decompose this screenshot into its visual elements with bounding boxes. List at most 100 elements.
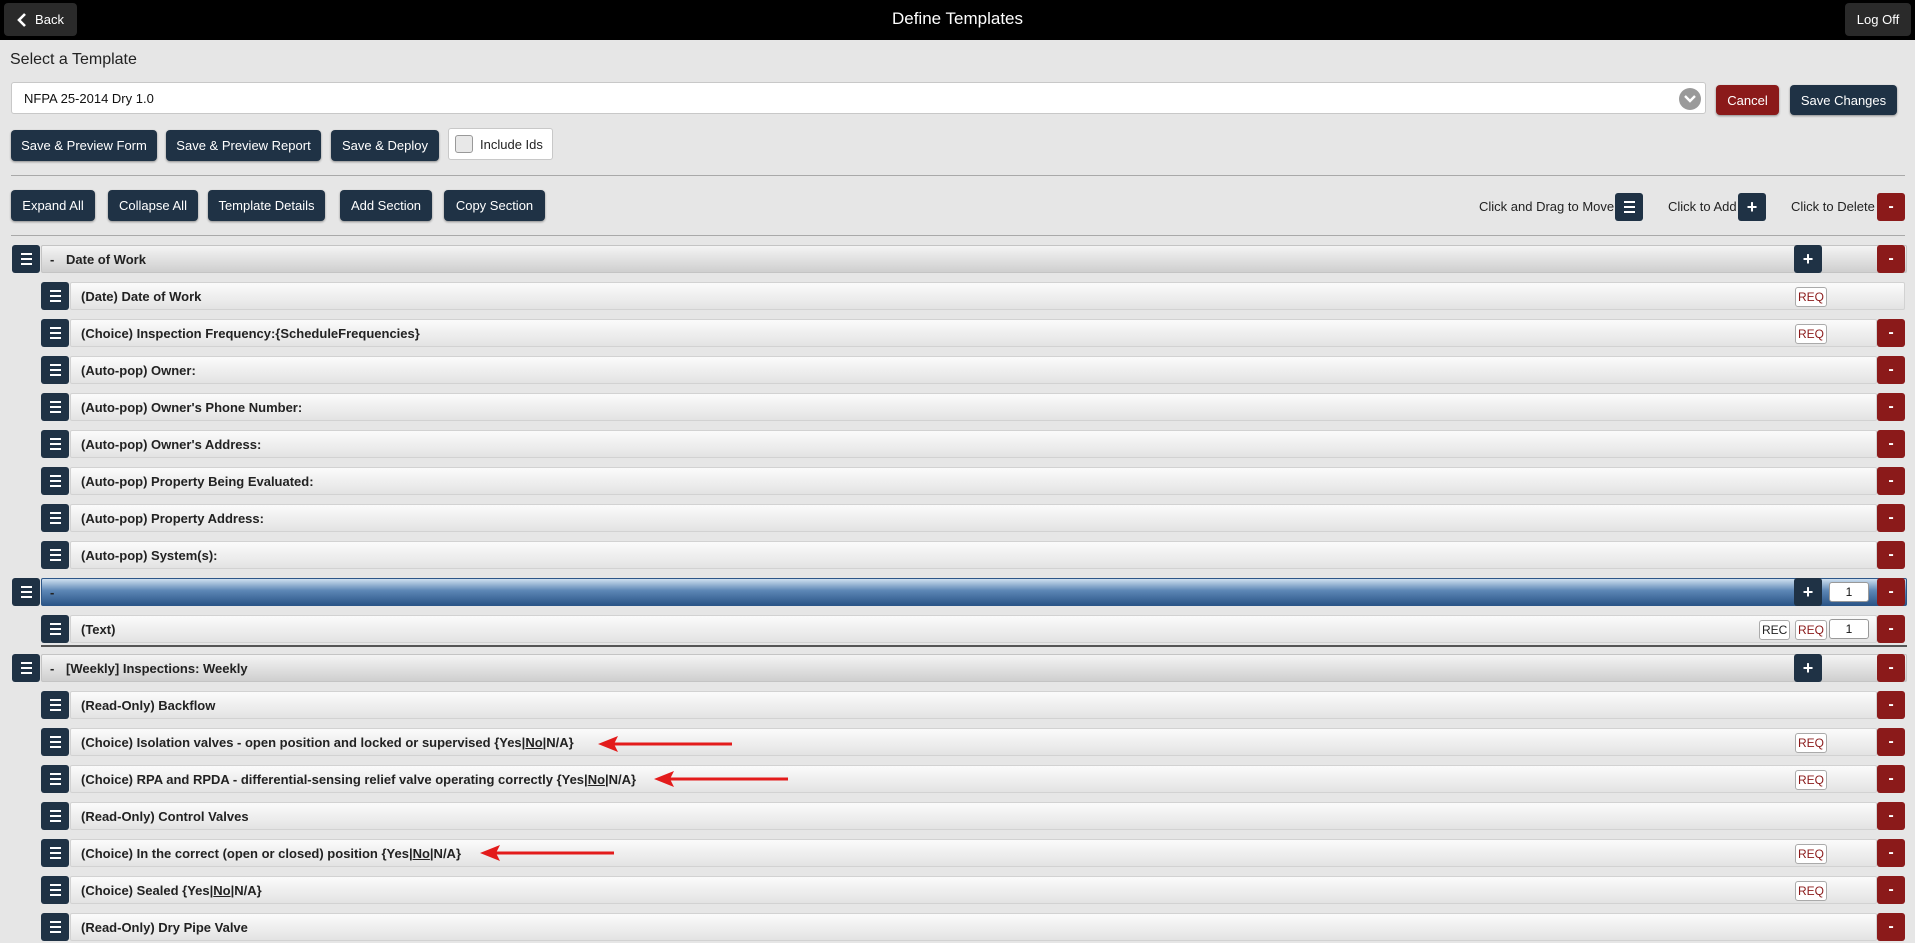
- include-ids-checkbox[interactable]: [455, 135, 473, 153]
- list-item[interactable]: (Auto-pop) Property Address:: [70, 504, 1877, 532]
- item-drag-handle[interactable]: [41, 541, 69, 569]
- item-drag-handle[interactable]: [41, 691, 69, 719]
- list-item[interactable]: (Choice) Isolation valves - open positio…: [70, 728, 1877, 756]
- item-drag-handle[interactable]: [41, 876, 69, 904]
- save-deploy-button[interactable]: Save & Deploy: [331, 130, 439, 161]
- required-tag[interactable]: REQ: [1795, 287, 1828, 307]
- section-row[interactable]: -: [41, 578, 1907, 606]
- section-drag-handle[interactable]: [12, 245, 40, 273]
- delete-item-button[interactable]: -: [1877, 765, 1905, 793]
- delete-item-button[interactable]: -: [1877, 430, 1905, 458]
- delete-item-button[interactable]: -: [1877, 541, 1905, 569]
- delete-item-button[interactable]: -: [1877, 802, 1905, 830]
- section-row[interactable]: - Date of Work: [41, 245, 1907, 273]
- list-item[interactable]: (Text) REC REQ: [70, 615, 1877, 643]
- delete-item-button[interactable]: -: [1877, 691, 1905, 719]
- collapse-toggle[interactable]: -: [50, 246, 54, 274]
- item-label-underlined: No: [213, 883, 231, 898]
- item-drag-handle[interactable]: [41, 467, 69, 495]
- item-label: (Auto-pop) Owner's Address:: [81, 437, 262, 452]
- collapse-all-button[interactable]: Collapse All: [108, 190, 198, 221]
- add-section-button[interactable]: Add Section: [340, 190, 432, 221]
- legend-move-label: Click and Drag to Move: [1479, 199, 1615, 214]
- save-changes-button[interactable]: Save Changes: [1790, 85, 1897, 115]
- item-drag-handle[interactable]: [41, 839, 69, 867]
- required-tag[interactable]: REQ: [1795, 770, 1828, 790]
- section-drag-handle[interactable]: [12, 654, 40, 682]
- list-item[interactable]: (Choice) In the correct (open or closed)…: [70, 839, 1877, 867]
- item-label: (Auto-pop) System(s):: [81, 548, 218, 563]
- cancel-button[interactable]: Cancel: [1716, 85, 1779, 115]
- section-row[interactable]: - [Weekly] Inspections: Weekly: [41, 654, 1907, 682]
- item-drag-handle[interactable]: [41, 913, 69, 941]
- item-drag-handle[interactable]: [41, 393, 69, 421]
- section-count-input[interactable]: 1: [1829, 582, 1869, 602]
- item-label: (Choice) In the correct (open or closed)…: [81, 840, 461, 868]
- list-item[interactable]: (Choice) Sealed {Yes|No|N/A} REQ: [70, 876, 1877, 904]
- delete-section-button[interactable]: -: [1877, 578, 1905, 606]
- list-item[interactable]: (Auto-pop) System(s):: [70, 541, 1877, 569]
- item-drag-handle[interactable]: [41, 504, 69, 532]
- save-preview-report-button[interactable]: Save & Preview Report: [166, 130, 321, 161]
- delete-item-button[interactable]: -: [1877, 356, 1905, 384]
- delete-item-button[interactable]: -: [1877, 504, 1905, 532]
- item-drag-handle[interactable]: [41, 356, 69, 384]
- list-item[interactable]: (Read-Only) Dry Pipe Valve: [70, 913, 1877, 941]
- required-tag[interactable]: REQ: [1795, 881, 1828, 901]
- list-item[interactable]: (Choice) Inspection Frequency:{ScheduleF…: [70, 319, 1877, 347]
- add-item-button[interactable]: +: [1794, 245, 1822, 273]
- log-off-button[interactable]: Log Off: [1845, 3, 1911, 36]
- collapse-toggle[interactable]: -: [50, 655, 54, 683]
- delete-section-button[interactable]: -: [1877, 654, 1905, 682]
- list-item[interactable]: (Read-Only) Backflow: [70, 691, 1877, 719]
- required-tag[interactable]: REQ: [1795, 324, 1828, 344]
- divider: [11, 235, 1905, 236]
- expand-all-button[interactable]: Expand All: [11, 190, 95, 221]
- collapse-toggle[interactable]: -: [50, 579, 54, 607]
- required-tag[interactable]: REQ: [1795, 844, 1828, 864]
- item-drag-handle[interactable]: [41, 282, 69, 310]
- list-item[interactable]: (Choice) RPA and RPDA - differential-sen…: [70, 765, 1877, 793]
- template-select[interactable]: NFPA 25-2014 Dry 1.0: [11, 82, 1706, 114]
- delete-item-button[interactable]: -: [1877, 728, 1905, 756]
- delete-item-button[interactable]: -: [1877, 467, 1905, 495]
- list-item[interactable]: (Read-Only) Control Valves: [70, 802, 1877, 830]
- list-item[interactable]: (Date) Date of Work REQ: [70, 282, 1905, 310]
- delete-item-button[interactable]: -: [1877, 876, 1905, 904]
- delete-item-button[interactable]: -: [1877, 393, 1905, 421]
- list-item[interactable]: (Auto-pop) Property Being Evaluated:: [70, 467, 1877, 495]
- delete-item-button[interactable]: -: [1877, 615, 1905, 643]
- list-item[interactable]: (Auto-pop) Owner's Phone Number:: [70, 393, 1877, 421]
- required-tag[interactable]: REQ: [1795, 620, 1828, 640]
- list-item[interactable]: (Auto-pop) Owner:: [70, 356, 1877, 384]
- delete-item-button[interactable]: -: [1877, 839, 1905, 867]
- delete-item-button[interactable]: -: [1877, 319, 1905, 347]
- include-ids-toggle[interactable]: Include Ids: [448, 128, 553, 160]
- chevron-down-icon: [1679, 88, 1701, 110]
- item-count-input[interactable]: 1: [1829, 619, 1869, 639]
- item-drag-handle[interactable]: [41, 319, 69, 347]
- item-drag-handle[interactable]: [41, 765, 69, 793]
- hamburger-icon: [49, 773, 61, 785]
- delete-section-button[interactable]: -: [1877, 245, 1905, 273]
- minus-icon: -: [1877, 193, 1905, 221]
- save-preview-form-button[interactable]: Save & Preview Form: [11, 130, 157, 161]
- item-drag-handle[interactable]: [41, 430, 69, 458]
- item-drag-handle[interactable]: [41, 802, 69, 830]
- page-title: Define Templates: [891, 9, 1024, 28]
- copy-section-button[interactable]: Copy Section: [444, 190, 545, 221]
- delete-item-button[interactable]: -: [1877, 913, 1905, 941]
- required-tag[interactable]: REQ: [1795, 733, 1828, 753]
- template-details-button[interactable]: Template Details: [208, 190, 325, 221]
- recommended-tag[interactable]: REC: [1759, 620, 1791, 640]
- item-label: (Choice) Isolation valves - open positio…: [81, 729, 574, 757]
- list-item[interactable]: (Auto-pop) Owner's Address:: [70, 430, 1877, 458]
- add-item-button[interactable]: +: [1794, 654, 1822, 682]
- add-item-button[interactable]: +: [1794, 578, 1822, 606]
- item-drag-handle[interactable]: [41, 728, 69, 756]
- item-drag-handle[interactable]: [41, 615, 69, 643]
- item-label-post: |N/A}: [429, 846, 462, 861]
- section-drag-handle[interactable]: [12, 578, 40, 606]
- item-label-pre: (Choice) Sealed {Yes|: [81, 883, 214, 898]
- item-label-underlined: No: [525, 735, 543, 750]
